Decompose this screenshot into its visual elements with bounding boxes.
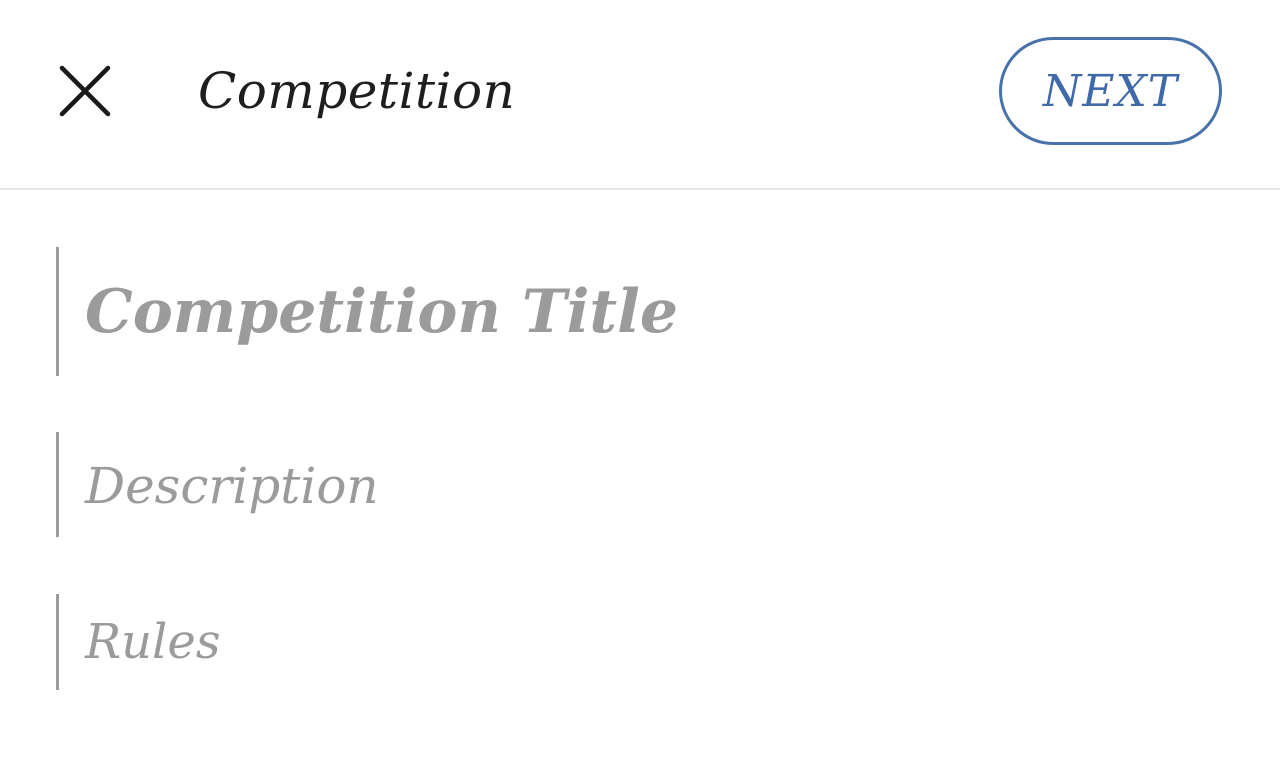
rules-placeholder: Rules (85, 614, 221, 670)
page-title: Competition (198, 62, 516, 120)
description-input[interactable]: Description (56, 432, 1226, 537)
description-placeholder: Description (85, 457, 379, 515)
close-button[interactable] (52, 58, 118, 124)
field-indicator (56, 594, 59, 690)
competition-title-input[interactable]: Competition Title (56, 247, 1226, 376)
competition-screen: Competition NEXT Competition Title Descr… (0, 0, 1280, 770)
close-icon (59, 65, 111, 117)
next-button[interactable]: NEXT (999, 37, 1222, 145)
field-indicator (56, 432, 59, 537)
rules-input[interactable]: Rules (56, 594, 1226, 690)
competition-title-placeholder: Competition Title (85, 277, 679, 347)
top-app-bar: Competition NEXT (0, 0, 1280, 190)
text-cursor (56, 247, 59, 376)
